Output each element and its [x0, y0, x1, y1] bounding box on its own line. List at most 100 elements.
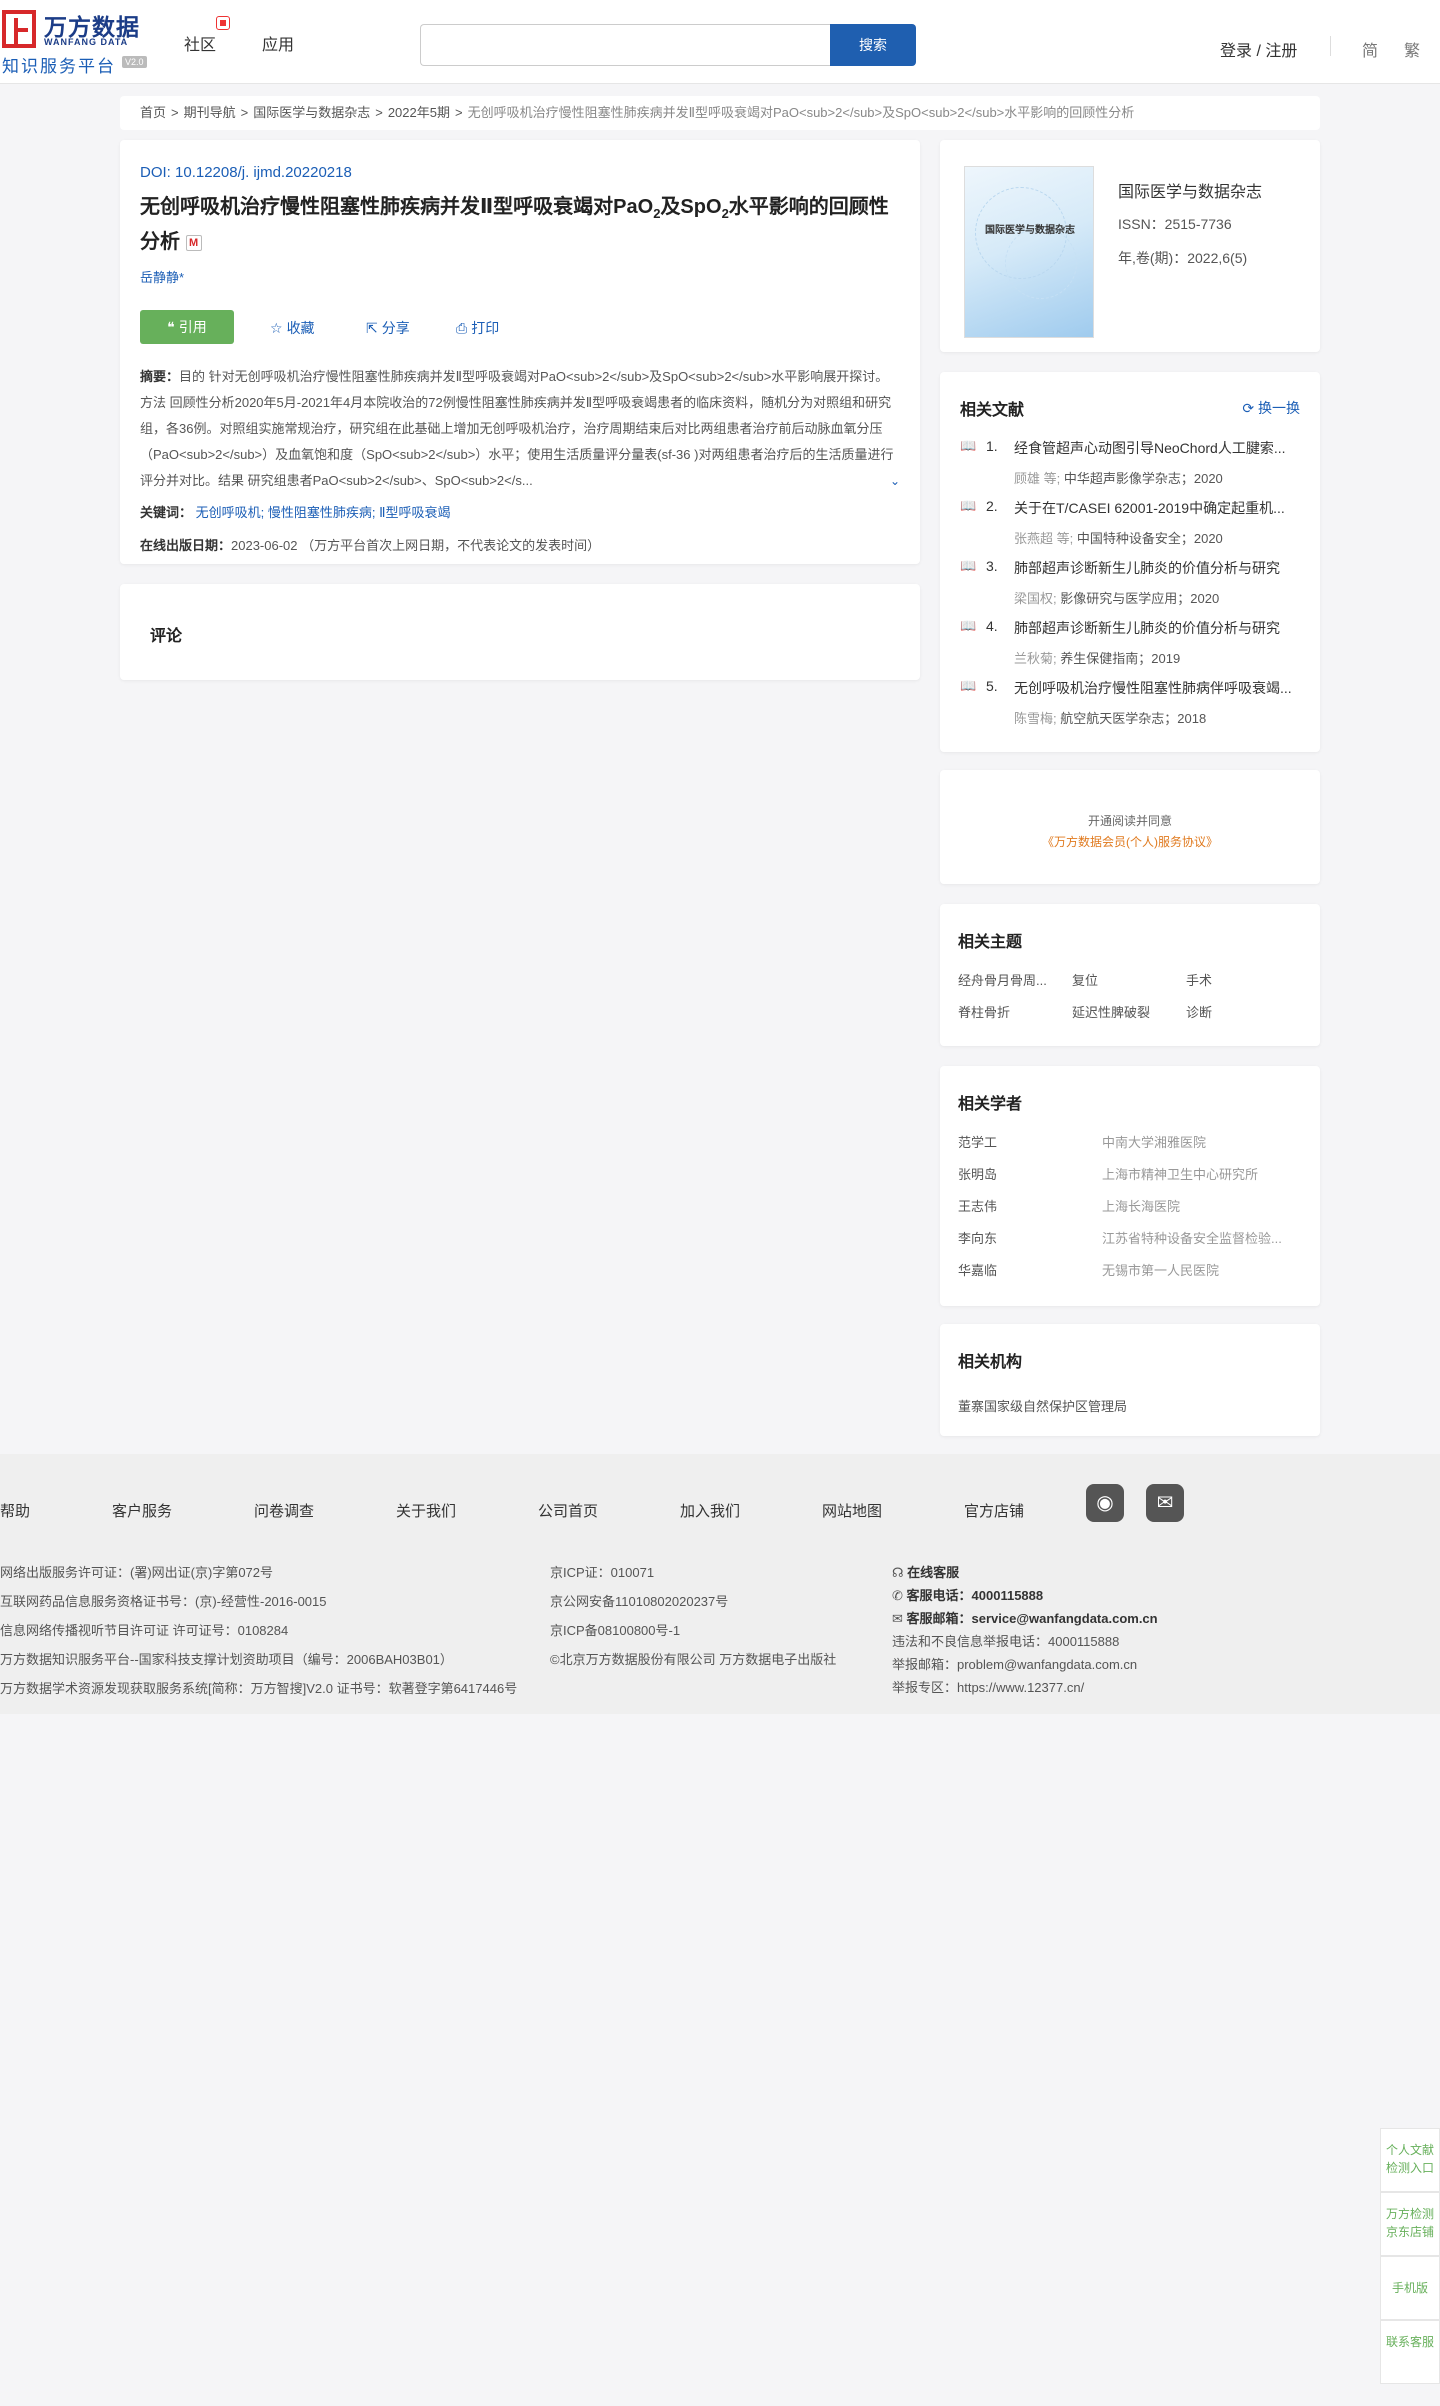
related-docs-card: 相关文献 ⟳ 换一换 📖 1. 经食管超声心动图引导NeoChord人工腱索..… — [940, 372, 1320, 752]
wechat-icon[interactable]: ✉ — [1146, 1484, 1184, 1522]
footer-company-home[interactable]: 公司首页 — [538, 1500, 598, 1521]
logo-sub-text: 知识服务平台 — [2, 57, 116, 76]
share-button[interactable]: ⇱ 分享 — [366, 318, 410, 338]
org-link[interactable]: 董寨国家级自然保护区管理局 — [958, 1396, 1302, 1415]
footer-sitemap[interactable]: 网站地图 — [822, 1500, 882, 1521]
topic-link[interactable]: 复位 — [1072, 970, 1172, 989]
action-bar: ❝ 引用 ☆ 收藏 ⇱ 分享 ⎙ 打印 — [140, 310, 900, 344]
related-doc-title[interactable]: 无创呼吸机治疗慢性阻塞性肺病伴呼吸衰竭... — [1014, 678, 1300, 698]
cite-button[interactable]: ❝ 引用 — [140, 310, 234, 344]
keyword-link[interactable]: 无创呼吸机; — [196, 505, 265, 520]
top-header: 万方数据 WANFANG DATA 知识服务平台 V2.0 社区 应用 搜索 登… — [0, 0, 1440, 84]
float-mobile[interactable]: 手机版 — [1380, 2256, 1440, 2320]
breadcrumb-journal[interactable]: 国际医学与数据杂志 — [253, 105, 370, 120]
related-doc-meta: 兰秋菊; 养生保健指南；2019 — [1014, 651, 1181, 666]
agreement-link[interactable]: 《万方数据会员(个人)服务协议》 — [940, 833, 1320, 850]
search-input[interactable] — [420, 24, 830, 66]
service-phone: ✆ 客服电话：4000115888 — [892, 1588, 1044, 1603]
topic-link[interactable]: 脊柱骨折 — [958, 1002, 1058, 1021]
book-icon: 📖 — [960, 618, 977, 633]
login-register-link[interactable]: 登录 / 注册 — [1220, 37, 1297, 61]
related-doc-title[interactable]: 肺部超声诊断新生儿肺炎的价值分析与研究 — [1014, 618, 1300, 638]
doi-label: DOI: — [140, 164, 171, 181]
journal-name[interactable]: 国际医学与数据杂志 — [1118, 178, 1262, 202]
lang-simplified[interactable]: 简 — [1362, 37, 1378, 61]
journal-issn: ISSN：2515-7736 — [1118, 216, 1232, 232]
search-button[interactable]: 搜索 — [830, 24, 916, 66]
footer-icp[interactable]: 京ICP备08100800号-1 — [550, 1620, 680, 1639]
breadcrumb-journals[interactable]: 期刊导航 — [184, 105, 236, 120]
footer-official-store[interactable]: 官方店铺 — [964, 1500, 1024, 1521]
keyword-link[interactable]: 慢性阻塞性肺疾病; — [268, 505, 376, 520]
topic-link[interactable]: 经舟骨月骨周... — [958, 970, 1058, 989]
related-doc-title[interactable]: 肺部超声诊断新生儿肺炎的价值分析与研究 — [1014, 558, 1300, 578]
related-doc-title[interactable]: 经食管超声心动图引导NeoChord人工腱索... — [1014, 438, 1300, 458]
lang-traditional[interactable]: 繁 — [1404, 37, 1420, 61]
footer-about[interactable]: 关于我们 — [396, 1500, 456, 1521]
m-badge-icon[interactable]: M — [185, 234, 202, 251]
pubdate-value: 2023-06-02 （万方平台首次上网日期，不代表论文的发表时间） — [231, 538, 601, 553]
float-jd-store[interactable]: 万方检测京东店铺 — [1380, 2192, 1440, 2256]
abstract-label: 摘要： — [140, 369, 180, 384]
weibo-icon[interactable]: ◉ — [1086, 1484, 1124, 1522]
related-scholars-title: 相关学者 — [958, 1096, 1023, 1113]
book-icon: 📖 — [960, 498, 977, 513]
journal-card: 国际医学与数据杂志 国际医学与数据杂志 ISSN：2515-7736 年,卷(期… — [940, 140, 1320, 352]
doi-link[interactable]: 10.12208/j. ijmd.20220218 — [175, 164, 352, 181]
abstract: 摘要：目的 针对无创呼吸机治疗慢性阻塞性肺疾病并发Ⅱ型呼吸衰竭对PaO<sub>… — [140, 364, 900, 494]
collect-button[interactable]: ☆ 收藏 — [270, 318, 315, 338]
related-doc-title[interactable]: 关于在T/CASEI 62001-2019中确定起重机... — [1014, 498, 1300, 518]
phone-icon: ✆ — [892, 1588, 907, 1603]
article-card: DOI: 10.12208/j. ijmd.20220218 无创呼吸机治疗慢性… — [120, 140, 920, 564]
comment-title: 评论 — [150, 628, 183, 645]
author-link[interactable]: 岳静静* — [140, 267, 900, 286]
scholar-org[interactable]: 上海长海医院 — [1102, 1196, 1302, 1215]
related-doc-meta: 陈雪梅; 航空航天医学杂志；2018 — [1014, 711, 1207, 726]
nav-community[interactable]: 社区 — [184, 31, 216, 55]
mail-icon: ✉ — [892, 1611, 907, 1626]
wanfang-logo[interactable]: 万方数据 WANFANG DATA 知识服务平台 V2.0 — [0, 6, 160, 76]
logo-version: V2.0 — [122, 56, 147, 68]
expand-chevron-icon[interactable]: ⌄ — [885, 468, 900, 494]
report-area[interactable]: 举报专区：https://www.12377.cn/ — [892, 1677, 1084, 1696]
breadcrumb-issue[interactable]: 2022年5期 — [388, 105, 450, 120]
scholar-org[interactable]: 无锡市第一人民医院 — [1102, 1260, 1302, 1279]
footer-survey[interactable]: 问卷调查 — [254, 1500, 314, 1521]
scholar-org[interactable]: 江苏省特种设备安全监督检验... — [1102, 1228, 1302, 1247]
scholar-name[interactable]: 李向东 — [958, 1228, 997, 1247]
scholar-org[interactable]: 中南大学湘雅医院 — [1102, 1132, 1302, 1151]
float-contact-service[interactable]: 联系客服 — [1380, 2320, 1440, 2384]
report-email[interactable]: 举报邮箱：problem@wanfangdata.com.cn — [892, 1654, 1137, 1673]
topic-link[interactable]: 诊断 — [1186, 1002, 1286, 1021]
footer-help[interactable]: 帮助 — [0, 1500, 30, 1521]
keyword-link[interactable]: Ⅱ型呼吸衰竭 — [379, 505, 450, 520]
journal-cover[interactable]: 国际医学与数据杂志 — [964, 166, 1094, 338]
community-badge-icon — [216, 16, 230, 30]
scholar-name[interactable]: 范学工 — [958, 1132, 997, 1151]
quote-icon: ❝ — [167, 319, 179, 335]
print-button[interactable]: ⎙ 打印 — [456, 318, 499, 338]
nav-apps[interactable]: 应用 — [262, 31, 294, 55]
scholar-org[interactable]: 上海市精神卫生中心研究所 — [1102, 1164, 1302, 1183]
footer-icp[interactable]: 京公网安备11010802020237号 — [550, 1591, 728, 1610]
header-divider — [1330, 36, 1331, 56]
scholar-name[interactable]: 王志伟 — [958, 1196, 997, 1215]
doi-line: DOI: 10.12208/j. ijmd.20220218 — [140, 164, 900, 181]
scholar-name[interactable]: 华嘉临 — [958, 1260, 997, 1279]
service-email[interactable]: ✉ 客服邮箱：service@wanfangdata.com.cn — [892, 1608, 1158, 1627]
book-icon: 📖 — [960, 558, 977, 573]
scholar-name[interactable]: 张明岛 — [958, 1164, 997, 1183]
float-paper-check-entry[interactable]: 个人文献检测入口 — [1380, 2128, 1440, 2192]
footer-customer-service[interactable]: 客户服务 — [112, 1500, 172, 1521]
online-service[interactable]: ☊ 在线客服 — [892, 1562, 959, 1581]
topic-link[interactable]: 手术 — [1186, 970, 1286, 989]
breadcrumb-home[interactable]: 首页 — [140, 105, 166, 120]
footer-license: 信息网络传播视听节目许可证 许可证号：0108284 — [0, 1623, 289, 1638]
topic-link[interactable]: 延迟性脾破裂 — [1072, 1002, 1172, 1021]
share-icon: ⇱ — [366, 320, 378, 336]
swap-button[interactable]: ⟳ 换一换 — [1242, 398, 1300, 418]
footer-icp[interactable]: 京ICP证：010071 — [550, 1562, 654, 1581]
headset-icon: ☊ — [892, 1565, 908, 1580]
footer-join-us[interactable]: 加入我们 — [680, 1500, 740, 1521]
related-doc-meta: 梁国权; 影像研究与医学应用；2020 — [1014, 591, 1220, 606]
